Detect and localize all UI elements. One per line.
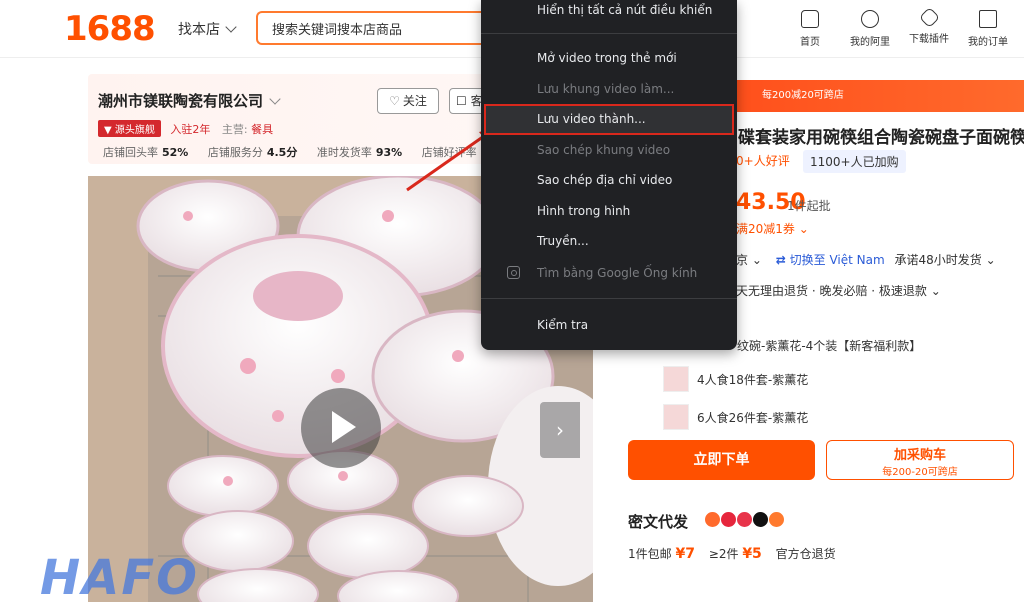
store-name[interactable]: 潮州市镁联陶瓷有限公司: [98, 90, 281, 111]
kuaishou-icon: [769, 512, 784, 527]
service-row[interactable]: 天无理由退货 · 晚发必赔 · 极速退款 ⌄: [736, 282, 941, 299]
review-count[interactable]: 0+人好评: [736, 152, 790, 169]
tiktok-icon: [753, 512, 768, 527]
variant-label: 4人食18件套-紫薰花: [697, 373, 809, 387]
add-cart-label: 加采购车: [893, 448, 946, 463]
min-order-qty: 1件起批: [787, 199, 831, 213]
menu-separator: [481, 298, 737, 299]
chevron-down-icon: ⌄: [930, 284, 941, 298]
coupon-link[interactable]: 满20减1券 ⌄: [736, 220, 809, 237]
store-search-box[interactable]: [256, 11, 496, 45]
variant-thumbnail: [663, 366, 689, 392]
switch-region-link[interactable]: ⇄ 切换至 Việt Nam: [776, 253, 885, 267]
dropship-title: 密文代发: [628, 513, 689, 531]
chevron-down-icon: [225, 21, 237, 33]
variant-thumbnail: [663, 404, 689, 430]
play-icon[interactable]: [301, 388, 381, 468]
nav-home-label: 首页: [800, 37, 820, 48]
nav-my-orders[interactable]: 我的订单: [958, 10, 1018, 48]
menu-separator: [481, 33, 737, 34]
nav-plugin-label: 下载插件: [909, 34, 949, 45]
search-input[interactable]: [258, 13, 478, 43]
nav-download-plugin[interactable]: 下载插件: [899, 6, 959, 45]
find-store-label: 找本店: [178, 22, 220, 38]
menu-item-save-frame-as: Lưu khung video làm...: [537, 82, 675, 96]
variant-label: 纹碗-紫薰花-4个装【新客福利款】: [737, 339, 922, 353]
tier-price: ¥7: [675, 546, 695, 562]
stat-value: 52%: [162, 146, 189, 159]
price-tiers: 1件包邮 ¥7 ≥2件 ¥5 官方仓退货: [628, 545, 836, 562]
menu-item-show-controls[interactable]: Hiển thị tất cả nút điều khiển: [481, 0, 737, 23]
video-context-menu: Hiển thị tất cả nút điều khiển Mở video …: [481, 0, 737, 350]
order-icon: [979, 10, 997, 28]
plugin-icon: [918, 6, 940, 29]
menu-item-cast[interactable]: Truyền...: [481, 228, 737, 254]
add-to-cart-button[interactable]: 加采购车 每200-20可跨店: [826, 440, 1014, 480]
stat-label: 准时发货率: [316, 146, 372, 159]
shipping-row: 京 ⌄ ⇄ 切换至 Việt Nam 承诺48小时发货 ⌄: [736, 251, 996, 268]
store-badges: ▼ 源头旗舰 入驻2年 主营: 餐具: [98, 120, 273, 137]
find-store-dropdown[interactable]: 找本店: [178, 19, 237, 39]
taobao-icon: [705, 512, 720, 527]
buy-now-button[interactable]: 立即下单: [628, 440, 815, 480]
tier-label: ≥2件: [708, 547, 739, 561]
return-note: 官方仓退货: [775, 547, 836, 561]
pinduoduo-icon: [721, 512, 736, 527]
hafo-watermark: HAFO: [40, 550, 199, 602]
menu-item-copy-video-address[interactable]: Sao chép địa chỉ video: [481, 167, 737, 193]
menu-item-copy-frame: Sao chép khung video: [537, 143, 671, 157]
heart-plus-icon: ♡: [389, 94, 400, 108]
page-root: 1688 找本店 首页 我的阿里 下载插件 我的订单 潮州市镁联陶瓷有限公司: [0, 0, 1024, 602]
nav-my-ali[interactable]: 我的阿里: [840, 10, 900, 48]
chevron-right-icon[interactable]: ›: [540, 402, 580, 458]
ship-promise-label: 承诺48小时发货: [894, 253, 982, 267]
home-icon: [801, 10, 819, 28]
product-title: 碟套装家用碗筷组合陶瓷碗盘子面碗筷: [738, 128, 1024, 148]
flagship-badge-label: 源头旗舰: [114, 125, 155, 136]
flagship-badge: ▼ 源头旗舰: [98, 120, 161, 137]
chat-icon: ☐: [456, 94, 467, 108]
swap-icon: ⇄: [775, 253, 786, 267]
nav-home[interactable]: 首页: [780, 10, 840, 48]
chevron-down-icon: ⌄: [798, 222, 809, 236]
origin-select[interactable]: 京 ⌄: [736, 253, 762, 267]
nav-orders-label: 我的订单: [968, 37, 1008, 48]
nav-my-ali-label: 我的阿里: [850, 37, 890, 48]
chevron-down-icon: ⌄: [751, 253, 762, 267]
cart-count-badge: 1100+人已加购: [803, 150, 906, 173]
add-cart-sublabel: 每200-20可跨店: [882, 467, 958, 478]
ship-promise[interactable]: 承诺48小时发货 ⌄: [894, 253, 995, 267]
site-logo[interactable]: 1688: [64, 9, 156, 49]
chevron-down-icon: [269, 93, 281, 105]
xiaohongshu-icon: [737, 512, 752, 527]
promo-bar: 每200减20可跨店: [700, 80, 1024, 112]
tier-label: 1件包邮: [628, 547, 672, 561]
chevron-down-icon: ⌄: [985, 253, 996, 267]
main-business-value: 餐具: [251, 123, 274, 136]
main-business: 主营: 餐具: [222, 123, 273, 136]
stat-value: 4.5分: [266, 146, 298, 159]
follow-button[interactable]: ♡ 关注: [377, 88, 439, 114]
stat-label: 店铺回头率: [103, 146, 158, 159]
tier-price: ¥5: [742, 546, 762, 562]
follow-label: 关注: [402, 94, 427, 108]
stat-label: 店铺服务分: [207, 146, 263, 159]
menu-item-inspect[interactable]: Kiểm tra: [481, 312, 737, 338]
coupon-label: 满20减1券: [736, 222, 795, 236]
platform-icons: [705, 512, 785, 531]
origin-label: 京: [736, 253, 749, 267]
heart-icon: [861, 10, 879, 28]
service-label: 天无理由退货 · 晚发必赔 · 极速退款: [736, 284, 927, 298]
store-name-text: 潮州市镁联陶瓷有限公司: [98, 92, 264, 110]
menu-item-open-video-new-tab[interactable]: Mở video trong thẻ mới: [481, 45, 737, 71]
menu-item-save-video-as[interactable]: Lưu video thành...: [481, 106, 737, 132]
main-business-label: 主营:: [221, 123, 248, 136]
switch-region-label: 切换至 Việt Nam: [789, 253, 885, 267]
years-badge: 入驻2年: [170, 123, 211, 136]
menu-item-picture-in-picture[interactable]: Hình trong hình: [481, 198, 737, 224]
menu-item-search-google-lens: Tìm bằng Google Ống kính: [537, 266, 698, 280]
variant-label: 6人食26件套-紫薰花: [697, 411, 809, 425]
